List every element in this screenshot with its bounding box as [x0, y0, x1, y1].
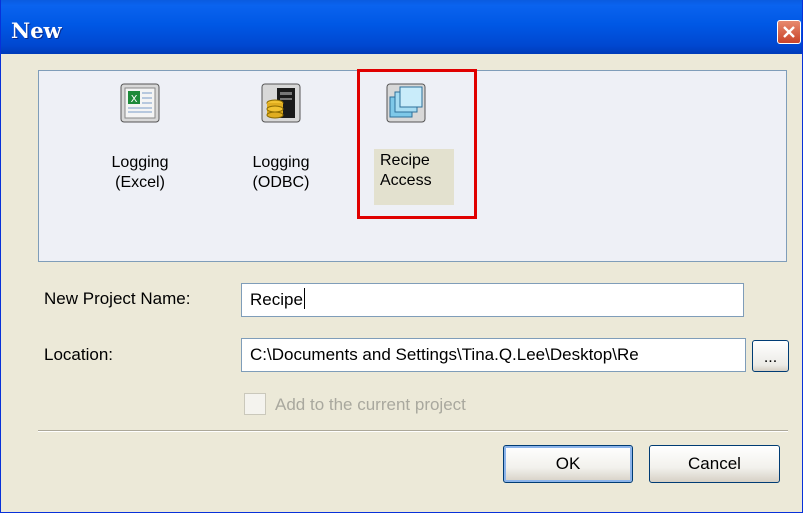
close-button[interactable]: [777, 20, 801, 44]
text-caret: [303, 288, 305, 309]
ok-button[interactable]: OK: [503, 445, 633, 483]
separator: [38, 430, 788, 432]
selection-annotation-box: [357, 69, 477, 219]
database-icon: [261, 83, 301, 123]
cancel-button[interactable]: Cancel: [649, 445, 780, 483]
location-label: Location:: [44, 345, 113, 364]
excel-sheet-icon: X: [120, 83, 160, 123]
close-icon: [783, 26, 795, 38]
template-logging-excel[interactable]: X Logging (Excel): [80, 71, 200, 221]
location-input[interactable]: C:\Documents and Settings\Tina.Q.Lee\Des…: [241, 338, 746, 372]
project-name-input[interactable]: Recipe: [241, 283, 744, 317]
project-name-label: New Project Name:: [44, 289, 191, 308]
add-to-project-checkbox[interactable]: [244, 393, 266, 415]
add-to-project-label: Add to the current project: [275, 395, 466, 414]
title-bar[interactable]: New: [1, 0, 802, 54]
template-logging-odbc[interactable]: Logging (ODBC): [221, 71, 341, 221]
template-label: Logging (Excel): [111, 154, 169, 191]
browse-button[interactable]: ...: [752, 340, 789, 372]
new-project-dialog: New X Logging (Excel) Logging (ODBC) Rec…: [0, 0, 803, 513]
window-title: New: [11, 18, 62, 43]
template-label: Logging (ODBC): [252, 154, 310, 191]
svg-text:X: X: [131, 94, 138, 105]
